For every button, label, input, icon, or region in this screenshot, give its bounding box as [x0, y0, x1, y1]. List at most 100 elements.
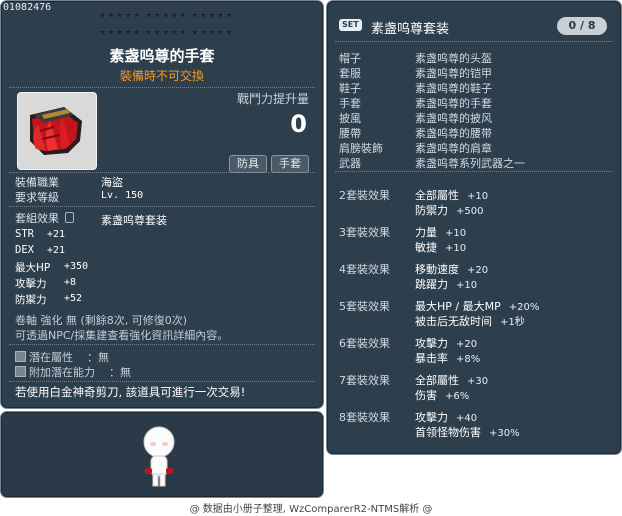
set-bonus-stat: 全部屬性 [415, 189, 459, 202]
set-bonus-line: 全部屬性 +30 [415, 372, 488, 388]
set-title: 素盏呜尊套装 [371, 22, 450, 37]
set-bonus-value: +20% [508, 302, 540, 313]
set-bonus-stat: 首领怪物伤害 [415, 426, 481, 439]
set-bonus-stat: 防禦力 [415, 204, 448, 217]
set-bonus-value: +30% [489, 428, 520, 439]
set-piece-name: 素盏呜尊系列武器之一 [415, 157, 525, 170]
set-bonus-tier-label: 4套裝效果 [339, 263, 390, 276]
set-bonus-line: 攻擊力 +20 [415, 335, 477, 351]
item-tooltip-panel: 01082476 ★★★★★ ★★★★★ ★★★★★ ★★★★★ ★★★★★ ★… [0, 0, 324, 409]
set-bonus-stat: 攻擊力 [415, 337, 448, 350]
set-bonus-stat: 暴击率 [415, 352, 448, 365]
bonus-potential-value: ：無 [109, 366, 131, 379]
item-id: 01082476 [3, 2, 52, 13]
set-bonus-value: +10 [445, 243, 467, 254]
stat-name: DEX [15, 244, 34, 256]
set-info-panel: SET 素盏呜尊套装 0 / 8 帽子 素盏呜尊的头盔 套服 素盏呜尊的铠甲 鞋子 素盏呜… [326, 0, 622, 455]
set-piece-slot: 帽子 [339, 52, 361, 65]
set-bonus-stat: 攻擊力 [415, 411, 448, 424]
set-bonus-stat: 力量 [415, 226, 437, 239]
red-glove-icon [30, 107, 82, 155]
set-piece-name: 素盏呜尊的披风 [415, 112, 492, 125]
set-bonus-stat: 敏捷 [415, 241, 437, 254]
potential-row: 潛在屬性 ：無 [15, 349, 109, 365]
bonus-potential-label: 附加潛在能力 [29, 366, 95, 379]
set-bonus-line: 最大HP / 最大MP +20% [415, 298, 539, 314]
enhance-hint: 可透過NPC/採集建查看強化資訊詳細內容。 [15, 329, 229, 342]
set-bonus-stat: 移動速度 [415, 263, 459, 276]
set-bonus-stat: 最大HP / 最大MP [415, 300, 501, 313]
set-bonus-line: 首领怪物伤害 +30% [415, 424, 520, 440]
stat-name: 最大HP [15, 262, 51, 274]
set-piece-name: 素盏呜尊的腰带 [415, 127, 492, 140]
set-piece-slot: 披風 [339, 112, 361, 125]
enhance-info: 卷軸 強化 無 (剩餘8次, 可修復0次) [15, 314, 188, 327]
set-bonus-value: +500 [456, 206, 484, 217]
set-piece-slot: 肩膀裝飾 [339, 142, 383, 155]
potential-value: ：無 [87, 351, 109, 364]
bonus-potential-row: 附加潛在能力 ：無 [15, 364, 131, 380]
set-bonus-line: 防禦力 +500 [415, 202, 483, 218]
divider [335, 171, 613, 172]
star-force-row-1: ★★★★★ ★★★★★ ★★★★★ [98, 11, 234, 21]
set-effect-label-text: 套組效果 [15, 212, 59, 225]
item-name: 素盏呜尊的手套 [109, 47, 215, 65]
character-preview-panel [0, 411, 324, 498]
set-piece-slot: 武器 [339, 157, 361, 170]
set-piece-name: 素盏呜尊的手套 [415, 97, 492, 110]
set-bonus-line: 攻擊力 +40 [415, 409, 477, 425]
category-tag-gloves: 手套 [271, 155, 309, 173]
set-bonus-value: +10 [467, 191, 489, 202]
set-bonus-value: +6% [445, 391, 470, 402]
set-bonus-line: 跳躍力 +10 [415, 276, 477, 292]
set-effect-label: 套組效果 [15, 210, 74, 226]
set-piece-slot: 鞋子 [339, 82, 361, 95]
set-bonus-tier-label: 3套裝效果 [339, 226, 390, 239]
divider [9, 172, 315, 173]
stat-name: 防禦力 [15, 294, 47, 306]
level-value: Lv. 150 [101, 190, 144, 201]
combat-power-value: 0 [290, 110, 307, 138]
job-label: 裝備職業 [15, 176, 59, 189]
footer-credit: @ 数据由小册子整理, WzComparerR2-NTMS解析 @ [189, 504, 433, 515]
level-label: 要求等級 [15, 191, 59, 204]
set-bonus-stat: 伤害 [415, 389, 437, 402]
divider [9, 344, 315, 345]
set-piece-name: 素盏呜尊的鞋子 [415, 82, 492, 95]
set-bonus-line: 移動速度 +20 [415, 261, 488, 277]
set-bonus-tier-label: 7套裝效果 [339, 374, 390, 387]
stat-value: +8 [64, 277, 77, 288]
set-piece-slot: 手套 [339, 97, 361, 110]
set-piece-slot: 套服 [339, 67, 361, 80]
set-bonus-line: 全部屬性 +10 [415, 187, 488, 203]
trade-restriction: 裝備時不可交換 [119, 69, 204, 83]
category-tag-armor: 防具 [229, 155, 267, 173]
potential-icon [15, 351, 26, 362]
set-bonus-stat: 跳躍力 [415, 278, 448, 291]
character-avatar [143, 426, 175, 487]
divider [9, 206, 315, 207]
set-bonus-line: 暴击率 +8% [415, 350, 480, 366]
set-bonus-line: 被击后无敌时间 +1秒 [415, 313, 525, 329]
set-bonus-value: +20 [467, 265, 489, 276]
set-effect-value[interactable]: 素盏呜尊套装 [101, 212, 167, 228]
set-bonus-tier-label: 8套裝效果 [339, 411, 390, 424]
set-bonus-line: 敏捷 +10 [415, 239, 466, 255]
set-link-icon [64, 212, 74, 223]
set-bonus-line: 力量 +10 [415, 224, 466, 240]
job-value: 海盜 [101, 176, 123, 189]
set-piece-slot: 腰帶 [339, 127, 361, 140]
set-bonus-value: +1秒 [500, 317, 525, 328]
set-bonus-value: +20 [456, 339, 478, 350]
star-force-row-2: ★★★★★ ★★★★★ ★★★★★ [98, 28, 234, 38]
scissors-note: 若使用白金神奇剪刀, 該道具可進行一次交易! [15, 385, 246, 399]
set-badge: SET [339, 19, 362, 31]
set-bonus-line: 伤害 +6% [415, 387, 469, 403]
item-icon-frame [17, 92, 97, 170]
divider [9, 381, 315, 382]
set-bonus-tier-label: 6套裝效果 [339, 337, 390, 350]
set-bonus-value: +30 [467, 376, 489, 387]
stat-value: +350 [64, 261, 89, 272]
set-bonus-stat: 全部屬性 [415, 374, 459, 387]
bonus-potential-icon [15, 366, 26, 377]
